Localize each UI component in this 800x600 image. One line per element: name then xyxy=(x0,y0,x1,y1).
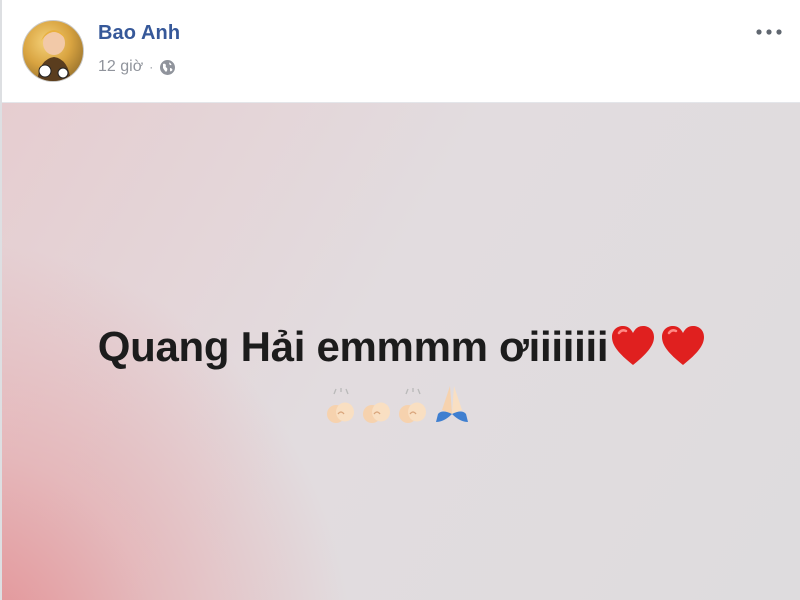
post-time[interactable]: 12 giờ xyxy=(98,58,143,76)
post-background: Quang Hải emmmm ơiiiiiii xyxy=(2,103,800,600)
clapping-hands-emoji xyxy=(327,388,354,423)
status-text: Quang Hải emmmm ơiiiiiii xyxy=(97,323,609,370)
heart-emoji xyxy=(612,326,655,365)
praying-hands-emoji xyxy=(436,386,468,422)
meta-separator: · xyxy=(149,60,154,74)
clapping-hands-emoji xyxy=(399,388,426,423)
status-message: Quang Hải emmmm ơiiiiiii xyxy=(2,323,800,371)
clapping-hands-emoji xyxy=(363,402,390,423)
post-meta: 12 giờ · xyxy=(98,58,176,76)
more-options-icon xyxy=(756,29,782,35)
heart-emoji xyxy=(662,326,705,365)
emoji-line xyxy=(324,384,472,424)
author-name[interactable]: Bao Anh xyxy=(98,22,180,45)
globe-icon[interactable] xyxy=(159,59,176,76)
more-options-button[interactable] xyxy=(754,22,784,42)
author-avatar[interactable] xyxy=(22,20,84,82)
facebook-post: Bao Anh 12 giờ · Quang Hải emmmm ơiiiiii… xyxy=(0,0,800,600)
post-header: Bao Anh 12 giờ · xyxy=(2,0,800,103)
